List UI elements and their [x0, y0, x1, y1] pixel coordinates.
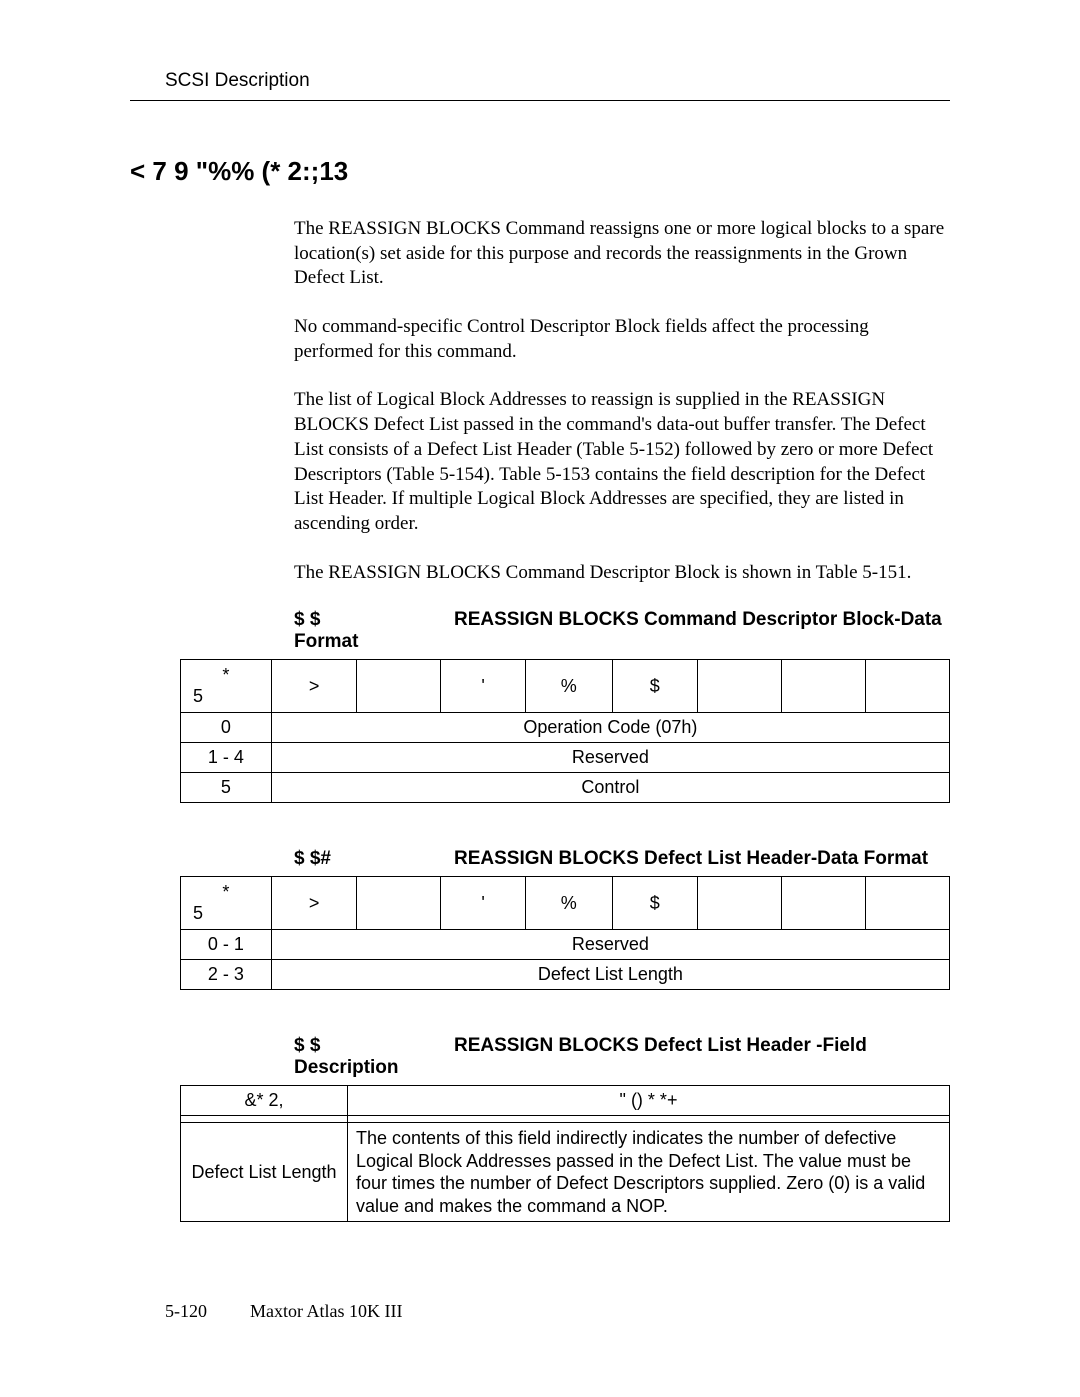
- table-header-row: * 5 > ' % $: [181, 660, 950, 713]
- byte-cell: 5: [181, 773, 272, 803]
- bit-header: %: [525, 877, 612, 930]
- bit-header: [782, 660, 866, 713]
- value-cell: Defect List Length: [271, 960, 949, 990]
- bit-header: [357, 660, 441, 713]
- table-row: 0 Operation Code (07h): [181, 713, 950, 743]
- paragraph: The list of Logical Block Addresses to r…: [294, 388, 950, 536]
- paragraph: No command-specific Control Descriptor B…: [294, 315, 950, 364]
- caption-prefix: $ $: [294, 609, 454, 631]
- header-field: &* 2,: [181, 1086, 348, 1116]
- value-cell: Reserved: [271, 743, 949, 773]
- table-row: 0 - 1 Reserved: [181, 930, 950, 960]
- byte-cell: 1 - 4: [181, 743, 272, 773]
- body-text: The REASSIGN BLOCKS Command reassigns on…: [294, 217, 950, 585]
- desc-cell: The contents of this field indirectly in…: [348, 1123, 950, 1222]
- bit-header: [865, 660, 949, 713]
- bit-header: $: [612, 877, 698, 930]
- caption-prefix: $ $: [294, 1035, 454, 1057]
- table-caption-152: $ $#REASSIGN BLOCKS Defect List Header-D…: [294, 848, 950, 870]
- section-heading: < 7 9 "%% (* 2:;13: [130, 156, 950, 187]
- table-row: Defect List Length The contents of this …: [181, 1123, 950, 1222]
- spacer-cell: [181, 1116, 348, 1123]
- header-rule: [130, 100, 950, 101]
- bit-header: [782, 877, 866, 930]
- bit-header: >: [271, 877, 357, 930]
- page-footer: 5-120Maxtor Atlas 10K III: [165, 1301, 402, 1322]
- corner-cell: * 5: [181, 877, 272, 930]
- value-cell: Operation Code (07h): [271, 713, 949, 743]
- bit-header: $: [612, 660, 698, 713]
- corner-bottom: 5: [187, 903, 265, 924]
- value-cell: Control: [271, 773, 949, 803]
- corner-cell: * 5: [181, 660, 272, 713]
- table-caption-151: $ $REASSIGN BLOCKS Command Descriptor Bl…: [294, 609, 950, 653]
- table-151: * 5 > ' % $ 0 Operation Code (07h) 1 - 4…: [180, 659, 950, 803]
- footer-title: Maxtor Atlas 10K III: [250, 1301, 402, 1321]
- footer-page-number: 5-120: [165, 1301, 250, 1322]
- table-152: * 5 > ' % $ 0 - 1 Reserved 2 - 3 Defect …: [180, 876, 950, 990]
- corner-top: *: [187, 882, 265, 903]
- byte-cell: 0 - 1: [181, 930, 272, 960]
- bit-header: %: [525, 660, 612, 713]
- header-desc: " () * *+: [348, 1086, 950, 1116]
- table-header-row: * 5 > ' % $: [181, 877, 950, 930]
- table-caption-153: $ $REASSIGN BLOCKS Defect List Header -F…: [294, 1035, 950, 1079]
- caption-text: REASSIGN BLOCKS Defect List Header-Data …: [454, 848, 928, 869]
- table-header-row: &* 2, " () * *+: [181, 1086, 950, 1116]
- corner-bottom: 5: [187, 686, 265, 707]
- field-cell: Defect List Length: [181, 1123, 348, 1222]
- table-153: &* 2, " () * *+ Defect List Length The c…: [180, 1085, 950, 1222]
- bit-header: [698, 660, 782, 713]
- spacer-cell: [348, 1116, 950, 1123]
- corner-top: *: [187, 665, 265, 686]
- bit-header: [357, 877, 441, 930]
- paragraph: The REASSIGN BLOCKS Command reassigns on…: [294, 217, 950, 291]
- byte-cell: 2 - 3: [181, 960, 272, 990]
- bit-header: ': [441, 877, 526, 930]
- spacer-row: [181, 1116, 950, 1123]
- table-row: 1 - 4 Reserved: [181, 743, 950, 773]
- bit-header: >: [271, 660, 357, 713]
- value-cell: Reserved: [271, 930, 949, 960]
- bit-header: [698, 877, 782, 930]
- bit-header: ': [441, 660, 526, 713]
- caption-prefix: $ $#: [294, 848, 454, 870]
- running-head: SCSI Description: [165, 70, 950, 92]
- bit-header: [865, 877, 949, 930]
- table-row: 5 Control: [181, 773, 950, 803]
- table-row: 2 - 3 Defect List Length: [181, 960, 950, 990]
- paragraph: The REASSIGN BLOCKS Command Descriptor B…: [294, 561, 950, 586]
- byte-cell: 0: [181, 713, 272, 743]
